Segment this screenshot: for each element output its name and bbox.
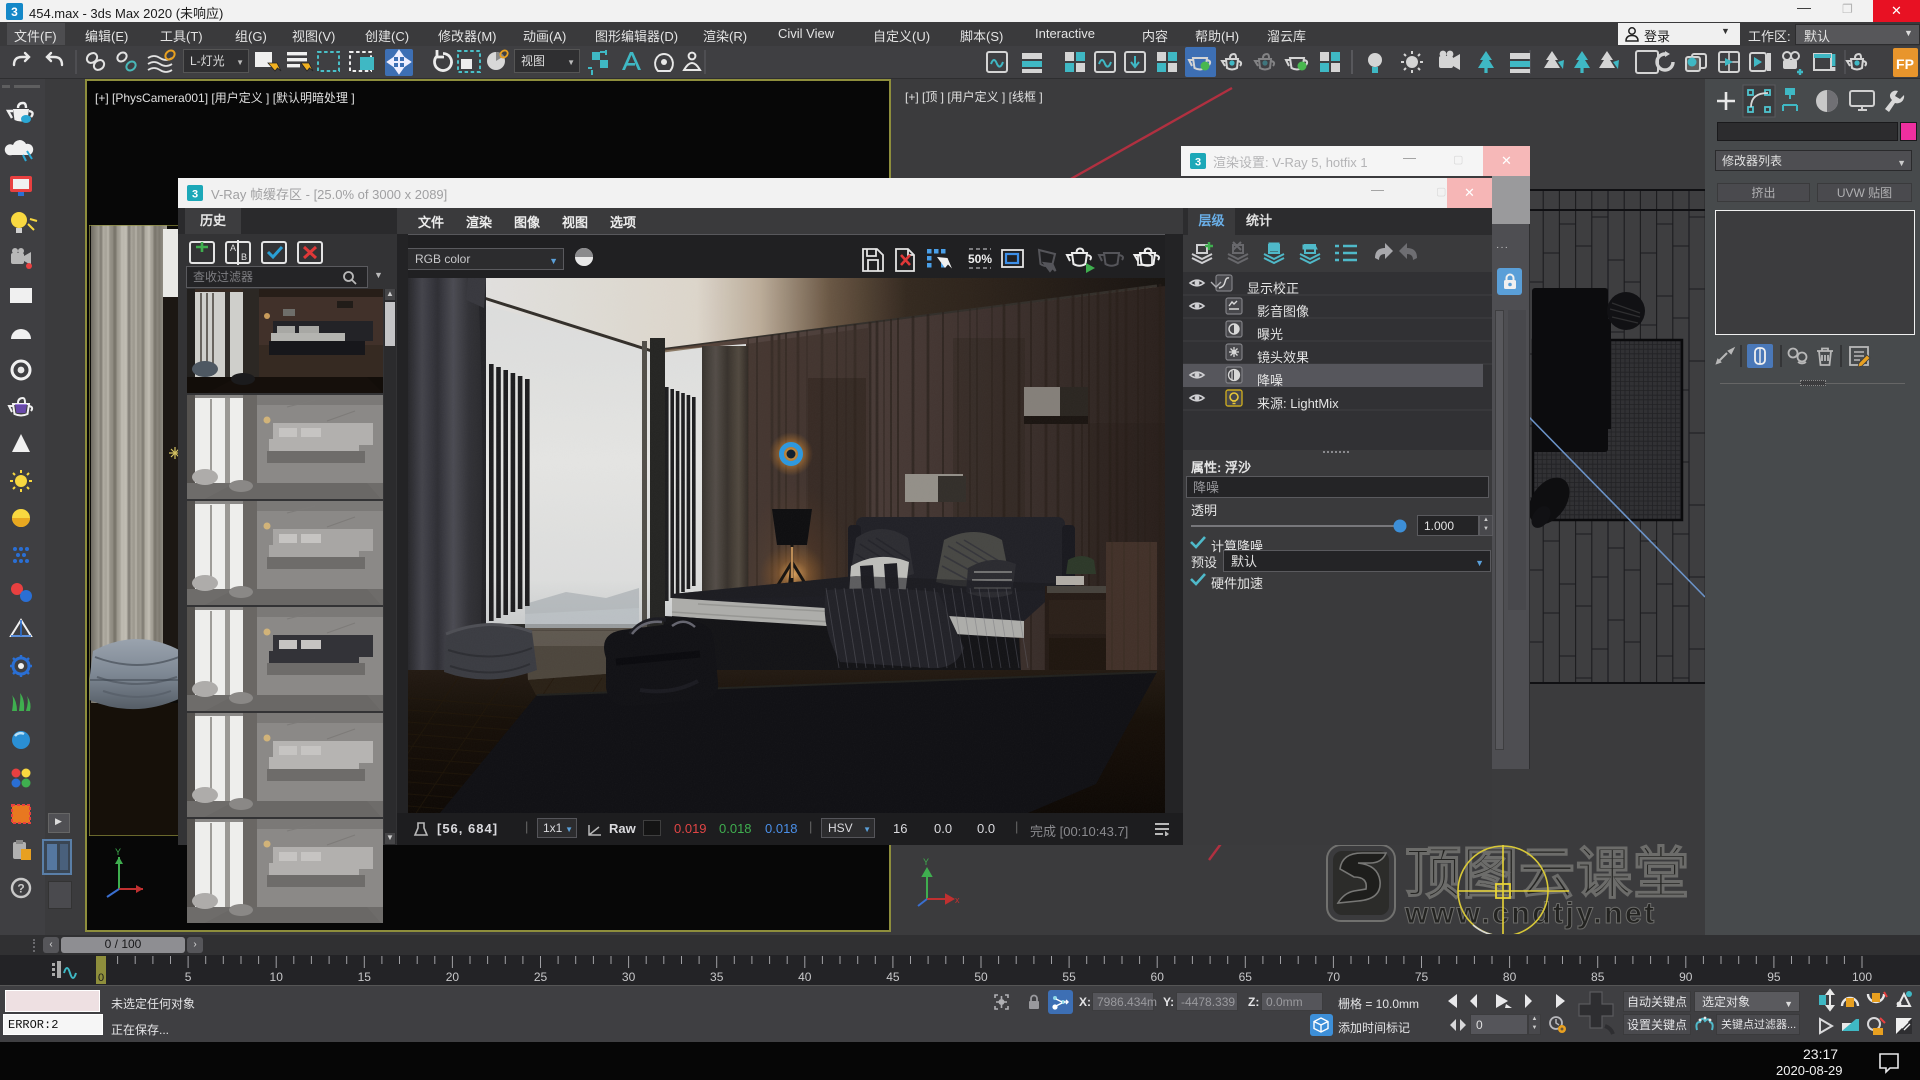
svg-text:75: 75: [1415, 970, 1429, 984]
svg-text:35: 35: [710, 970, 724, 984]
svg-text:80: 80: [1503, 970, 1517, 984]
svg-text:Y: Y: [115, 847, 121, 857]
svg-text:55: 55: [1062, 970, 1076, 984]
svg-text:?: ?: [17, 882, 24, 896]
svg-text:30: 30: [622, 970, 636, 984]
svg-text:85: 85: [1591, 970, 1605, 984]
svg-text:65: 65: [1239, 970, 1253, 984]
svg-text:Y: Y: [923, 857, 929, 867]
svg-text:95: 95: [1767, 970, 1781, 984]
svg-text:15: 15: [358, 970, 372, 984]
svg-text:40: 40: [798, 970, 812, 984]
svg-text:50: 50: [974, 970, 988, 984]
svg-text:B: B: [241, 252, 247, 262]
svg-text:25: 25: [534, 970, 548, 984]
svg-text:3: 3: [11, 5, 18, 19]
svg-text:100: 100: [1852, 970, 1872, 984]
svg-text:FP: FP: [1896, 56, 1914, 72]
svg-text:www.cndtjy.net: www.cndtjy.net: [1404, 897, 1657, 930]
svg-text:x: x: [955, 895, 960, 905]
svg-text:A: A: [230, 243, 236, 253]
svg-text:0: 0: [98, 972, 104, 984]
svg-text:20: 20: [446, 970, 460, 984]
svg-text:90: 90: [1679, 970, 1693, 984]
svg-text:70: 70: [1327, 970, 1341, 984]
svg-text:3: 3: [192, 189, 198, 201]
svg-text:3: 3: [1195, 157, 1201, 169]
svg-text:50%: 50%: [968, 252, 992, 266]
svg-text:10: 10: [270, 970, 284, 984]
svg-text:60: 60: [1151, 970, 1165, 984]
svg-text:45: 45: [886, 970, 900, 984]
svg-text:5: 5: [185, 970, 192, 984]
